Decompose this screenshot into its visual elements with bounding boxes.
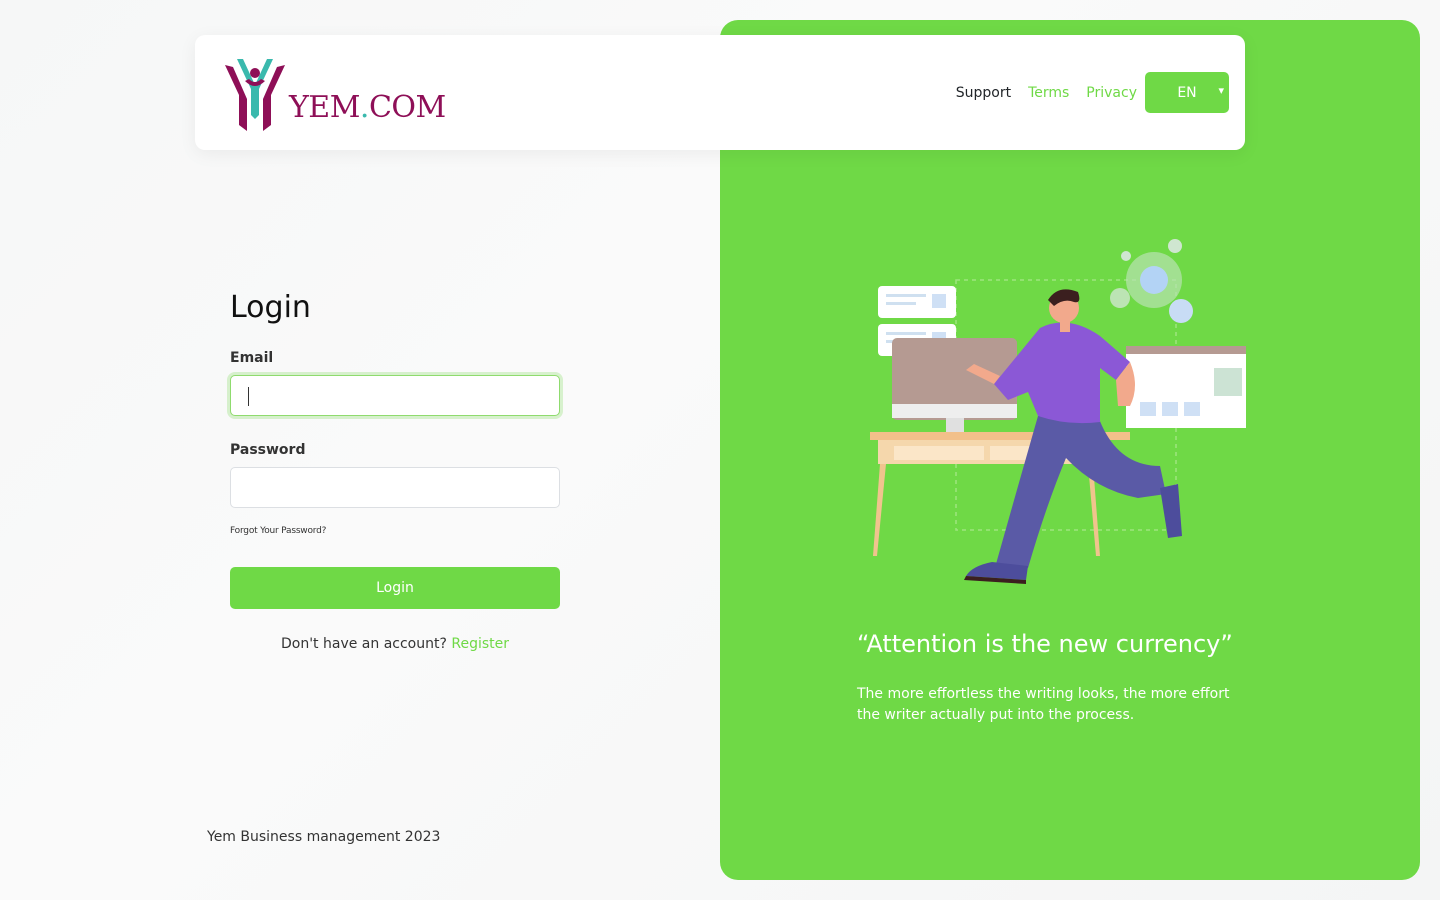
- promo-quote: “Attention is the new currency”: [857, 630, 1233, 658]
- language-select[interactable]: EN ▾: [1145, 72, 1229, 113]
- password-label: Password: [230, 442, 306, 458]
- top-header: YEM.COM Support Terms Privacy EN ▾: [195, 35, 1245, 150]
- logo-wordmark: YEM.COM: [289, 89, 446, 125]
- text-caret: [248, 387, 249, 406]
- register-link[interactable]: Register: [451, 636, 509, 652]
- login-form: Login Email Password Forgot Your Passwor…: [230, 290, 560, 652]
- password-field[interactable]: [230, 467, 560, 508]
- nav-terms-link[interactable]: Terms: [1028, 85, 1069, 101]
- email-label: Email: [230, 350, 274, 366]
- forgot-password-link[interactable]: Forgot Your Password?: [230, 526, 560, 536]
- working-person-illustration: [870, 239, 1246, 584]
- email-field[interactable]: [230, 375, 560, 416]
- language-select-value: EN: [1177, 84, 1197, 101]
- no-account-text: Don't have an account?: [280, 636, 447, 652]
- register-prompt: Don't have an account? Register: [230, 636, 560, 652]
- promo-subtext: The more effortless the writing looks, t…: [857, 686, 1230, 723]
- logo-emblem-icon: [225, 58, 285, 131]
- page-title: Login: [230, 290, 311, 325]
- chevron-down-icon: ▾: [1218, 84, 1224, 97]
- footer-text: Yem Business management 2023: [207, 829, 441, 845]
- nav-support-link[interactable]: Support: [956, 85, 1011, 101]
- brand-logo[interactable]: YEM.COM: [221, 55, 446, 131]
- top-nav: Support Terms Privacy EN ▾: [956, 72, 1229, 113]
- login-button[interactable]: Login: [230, 567, 560, 609]
- nav-privacy-link[interactable]: Privacy: [1086, 85, 1137, 101]
